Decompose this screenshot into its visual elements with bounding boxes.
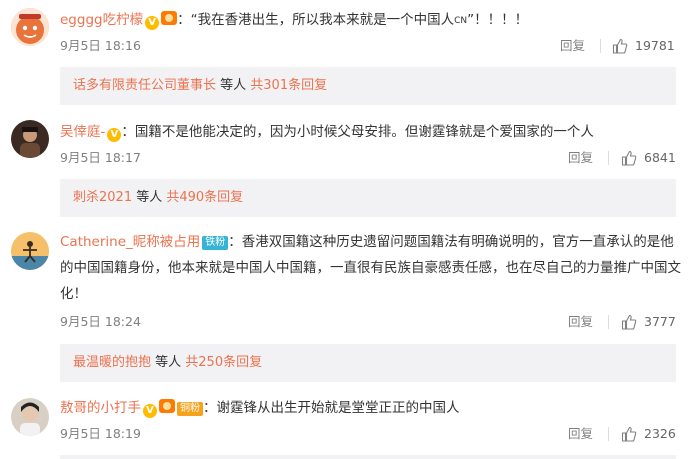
divider bbox=[608, 151, 609, 165]
copper-fan-badge: 铜粉 bbox=[177, 402, 203, 416]
colon: ： bbox=[228, 234, 242, 250]
like-count: 3777 bbox=[644, 314, 676, 329]
comment-time: 9月5日 18:19 bbox=[60, 426, 141, 441]
username-link[interactable]: 吴倖庭- bbox=[60, 124, 105, 140]
colon: ： bbox=[203, 400, 217, 416]
like-count: 2326 bbox=[644, 426, 676, 441]
vip-crown-icon bbox=[159, 399, 175, 413]
comment-text: 谢霆锋从出生开始就是堂堂正正的中国人 bbox=[216, 400, 460, 416]
divider bbox=[608, 427, 609, 441]
cn-mark: CN bbox=[454, 16, 468, 26]
sub-reply-user[interactable]: 刺杀2021 bbox=[73, 190, 132, 205]
verified-v-icon: V bbox=[107, 128, 122, 142]
comment-meta: 9月5日 18:19 回复 2326 bbox=[60, 424, 683, 444]
vip-crown-icon bbox=[161, 11, 178, 25]
iron-fan-badge: 铁粉 bbox=[202, 236, 229, 250]
sub-replies-bar-partial bbox=[60, 455, 676, 459]
sub-reply-middle: 等人 bbox=[151, 355, 186, 370]
username-link[interactable]: 敖哥的小打手 bbox=[60, 400, 141, 416]
like-thumb-icon[interactable] bbox=[621, 426, 637, 442]
comment-item: 吴倖庭- V ：国籍不是他能决定的，因为小时候父母安排。但谢霆锋就是个爱国家的一个人… bbox=[0, 116, 693, 172]
user-avatar[interactable] bbox=[11, 120, 49, 158]
sub-reply-count-link[interactable]: 共490条回复 bbox=[166, 190, 243, 205]
reply-button[interactable]: 回复 bbox=[568, 424, 593, 444]
comment-item: Catherine_昵称被占用 铁粉 ：香港双国籍这种历史遗留问题国籍法有明确说明的… bbox=[0, 228, 693, 336]
like-count: 6841 bbox=[644, 150, 676, 165]
sub-reply-count-link[interactable]: 共250条回复 bbox=[185, 355, 262, 370]
user-avatar[interactable] bbox=[11, 398, 49, 436]
colon: ： bbox=[177, 12, 191, 28]
comment-text: “我在香港出生，所以我本来就是一个中国人 bbox=[190, 12, 455, 28]
like-count: 19781 bbox=[635, 38, 675, 53]
user-avatar[interactable] bbox=[11, 8, 49, 46]
like-thumb-icon[interactable] bbox=[621, 314, 637, 330]
comment-content: 敖哥的小打手 V 铜粉 ：谢霆锋从出生开始就是堂堂正正的中国人 bbox=[60, 396, 683, 420]
sub-reply-count-link[interactable]: 共301条回复 bbox=[250, 78, 327, 93]
sub-reply-middle: 等人 bbox=[216, 78, 251, 93]
comment-meta: 9月5日 18:16 回复 19781 bbox=[60, 36, 683, 56]
like-thumb-icon[interactable] bbox=[612, 38, 628, 54]
comment-meta: 9月5日 18:24 回复 3777 bbox=[60, 312, 683, 332]
sub-replies-bar[interactable]: 最温暖的抱抱 等人 共250条回复 bbox=[60, 344, 676, 382]
sub-replies-bar[interactable]: 话多有限责任公司董事长 等人 共301条回复 bbox=[60, 67, 676, 105]
comment-content: egggg吃柠檬 V ：“我在香港出生，所以我本来就是一个中国人CN”！！！！ bbox=[60, 8, 683, 33]
sub-reply-user[interactable]: 最温暖的抱抱 bbox=[73, 355, 151, 370]
verified-v-icon: V bbox=[145, 16, 160, 30]
comment-content: 吴倖庭- V ：国籍不是他能决定的，因为小时候父母安排。但谢霆锋就是个爱国家的一个人 bbox=[60, 120, 683, 144]
username-link[interactable]: Catherine_昵称被占用 bbox=[60, 234, 200, 250]
comment-text: 国籍不是他能决定的，因为小时候父母安排。但谢霆锋就是个爱国家的一个人 bbox=[134, 124, 594, 140]
comment-text-tail: ”！！！！ bbox=[467, 12, 529, 28]
comment-time: 9月5日 18:24 bbox=[60, 314, 141, 329]
comment-time: 9月5日 18:17 bbox=[60, 150, 141, 165]
comment-item: 敖哥的小打手 V 铜粉 ：谢霆锋从出生开始就是堂堂正正的中国人 9月5日 18:19 … bbox=[0, 394, 693, 454]
sub-replies-bar[interactable]: 刺杀2021 等人 共490条回复 bbox=[60, 179, 676, 217]
user-avatar[interactable] bbox=[11, 232, 49, 270]
like-thumb-icon[interactable] bbox=[621, 150, 637, 166]
comment-item: egggg吃柠檬 V ：“我在香港出生，所以我本来就是一个中国人CN”！！！！ 9月… bbox=[0, 0, 693, 56]
divider bbox=[600, 39, 601, 53]
sub-reply-middle: 等人 bbox=[132, 190, 167, 205]
comment-meta: 9月5日 18:17 回复 6841 bbox=[60, 148, 683, 168]
comment-content: Catherine_昵称被占用 铁粉 ：香港双国籍这种历史遗留问题国籍法有明确说明的… bbox=[60, 229, 683, 307]
sub-reply-user[interactable]: 话多有限责任公司董事长 bbox=[73, 78, 216, 93]
username-link[interactable]: egggg吃柠檬 bbox=[60, 12, 143, 28]
divider bbox=[608, 315, 609, 329]
verified-v-icon: V bbox=[143, 404, 157, 418]
reply-button[interactable]: 回复 bbox=[560, 36, 585, 56]
colon: ： bbox=[121, 124, 135, 140]
reply-button[interactable]: 回复 bbox=[568, 148, 593, 168]
comment-time: 9月5日 18:16 bbox=[60, 38, 141, 53]
reply-button[interactable]: 回复 bbox=[568, 312, 593, 332]
